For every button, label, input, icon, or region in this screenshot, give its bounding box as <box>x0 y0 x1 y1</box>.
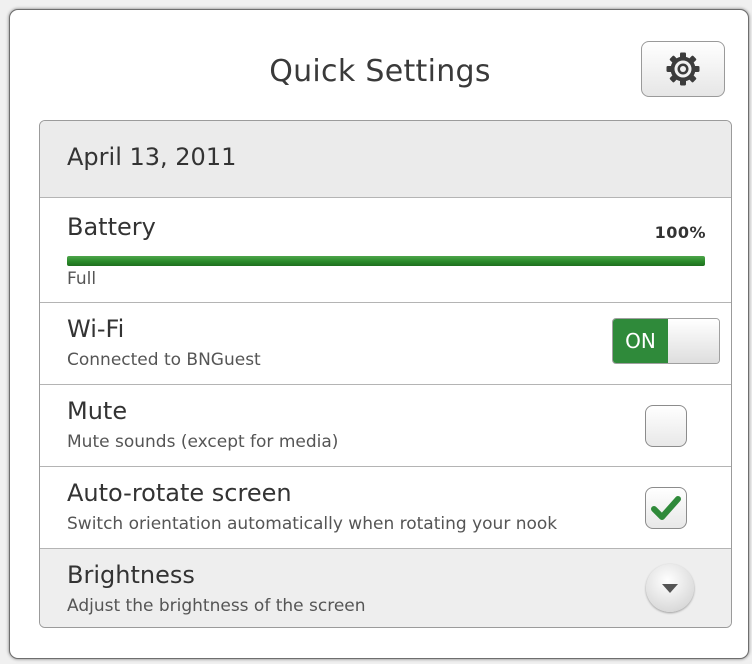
auto-rotate-row[interactable]: Auto-rotate screen Switch orientation au… <box>40 467 731 549</box>
mute-checkbox[interactable] <box>645 405 687 447</box>
wifi-title: Wi-Fi <box>67 315 125 343</box>
wifi-toggle-on-label: ON <box>613 319 668 363</box>
battery-status: Full <box>67 269 97 289</box>
settings-list: April 13, 2011 Battery 100% Full Wi-Fi C… <box>39 120 732 628</box>
brightness-title: Brightness <box>67 561 195 589</box>
gear-icon <box>666 52 700 86</box>
chevron-down-icon <box>662 584 678 593</box>
battery-bar <box>67 256 705 266</box>
wifi-row[interactable]: Wi-Fi Connected to BNGuest ON <box>40 303 731 385</box>
settings-button[interactable] <box>641 41 725 97</box>
quick-settings-panel: Quick Settings April 13, 2011 Battery 10… <box>9 9 749 659</box>
auto-rotate-subtitle: Switch orientation automatically when ro… <box>67 514 558 534</box>
wifi-toggle-thumb[interactable] <box>668 319 719 363</box>
brightness-expand-button[interactable] <box>646 564 694 612</box>
mute-subtitle: Mute sounds (except for media) <box>67 432 339 452</box>
brightness-row[interactable]: Brightness Adjust the brightness of the … <box>40 549 731 627</box>
battery-bar-fill <box>67 256 705 266</box>
battery-percent: 100% <box>654 223 706 242</box>
checkmark-icon <box>651 496 681 520</box>
date-row: April 13, 2011 <box>40 121 731 198</box>
date-text: April 13, 2011 <box>67 143 237 171</box>
brightness-subtitle: Adjust the brightness of the screen <box>67 596 366 616</box>
mute-row[interactable]: Mute Mute sounds (except for media) <box>40 385 731 467</box>
auto-rotate-checkbox[interactable] <box>645 487 687 529</box>
wifi-toggle[interactable]: ON <box>612 318 720 364</box>
battery-title: Battery <box>67 213 156 241</box>
wifi-status: Connected to BNGuest <box>67 350 261 370</box>
auto-rotate-title: Auto-rotate screen <box>67 479 292 507</box>
panel-title: Quick Settings <box>269 54 491 89</box>
battery-row: Battery 100% Full <box>40 198 731 303</box>
mute-title: Mute <box>67 397 128 425</box>
